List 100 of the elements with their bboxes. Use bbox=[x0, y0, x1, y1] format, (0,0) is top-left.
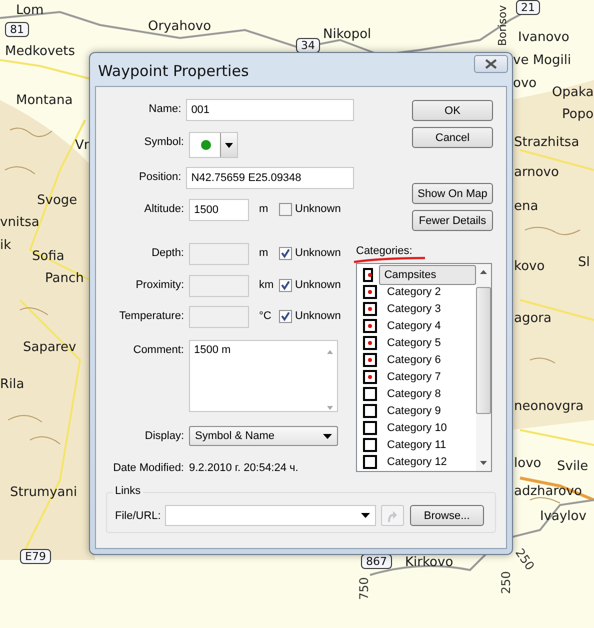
checkbox-label: Unknown bbox=[295, 309, 341, 322]
category-checkbox[interactable] bbox=[363, 386, 377, 400]
category-checkbox[interactable] bbox=[363, 438, 377, 452]
caret-icon bbox=[225, 142, 233, 148]
category-item[interactable]: Category 4 bbox=[383, 318, 445, 332]
checkbox[interactable] bbox=[279, 247, 292, 260]
place-label: Rila bbox=[0, 376, 24, 393]
checkbox[interactable] bbox=[279, 279, 292, 292]
place-label: Ivanovo bbox=[518, 29, 570, 46]
road-number: 81 bbox=[5, 22, 29, 37]
place-label: ik bbox=[0, 237, 12, 254]
place-label: Nikopol bbox=[323, 26, 372, 43]
category-checkbox[interactable] bbox=[363, 336, 377, 350]
field-label: Altitude: bbox=[143, 202, 184, 215]
category-item[interactable]: Category 7 bbox=[383, 370, 445, 384]
dialog-button[interactable]: OK bbox=[412, 100, 493, 121]
field-label: Display: bbox=[144, 429, 184, 442]
category-checkbox[interactable] bbox=[363, 284, 377, 298]
place-label: Sofia bbox=[32, 248, 64, 265]
field-label: Depth: bbox=[150, 246, 184, 259]
category-item[interactable]: Category 3 bbox=[383, 302, 445, 316]
dot-icon bbox=[200, 139, 212, 151]
category-item[interactable]: Category 2 bbox=[383, 284, 445, 298]
road-number: 867 bbox=[361, 554, 392, 569]
place-label: Oryahovo bbox=[148, 18, 212, 35]
place-label: Saparev bbox=[23, 339, 76, 356]
field-label: Temperature: bbox=[118, 309, 184, 322]
field-label: Position: bbox=[138, 170, 182, 183]
comment-field[interactable]: 1500 m bbox=[189, 340, 338, 412]
place-label: neonovgra bbox=[514, 398, 584, 415]
checkbox-label: Unknown bbox=[295, 202, 341, 215]
place-label: Opaka bbox=[552, 84, 594, 101]
category-item[interactable]: Category 6 bbox=[383, 352, 445, 366]
scrollbar[interactable] bbox=[476, 264, 491, 471]
category-checkbox[interactable] bbox=[363, 268, 374, 282]
unit-label: m bbox=[259, 202, 270, 215]
number-field[interactable]: 1500 bbox=[189, 199, 249, 221]
field-label: Comment: bbox=[132, 343, 184, 356]
scroll-up-icon bbox=[480, 270, 487, 274]
category-checkbox[interactable] bbox=[363, 454, 377, 468]
place-label: agora bbox=[514, 310, 552, 327]
place-label: Strumyani bbox=[10, 484, 78, 501]
road-number: 21 bbox=[516, 0, 540, 15]
place-label: Borisov bbox=[495, 5, 510, 46]
place-label: Popo bbox=[562, 106, 594, 123]
display-dropdown[interactable]: Symbol & Name bbox=[189, 426, 338, 446]
category-checkbox[interactable] bbox=[363, 420, 377, 434]
text-field[interactable]: N42.75659 E25.09348 bbox=[186, 167, 354, 189]
symbol-picker[interactable] bbox=[189, 132, 238, 158]
place-label: Panch bbox=[45, 270, 84, 287]
place-label: ovo bbox=[513, 75, 537, 92]
category-item[interactable]: Category 5 bbox=[383, 336, 445, 350]
unit-label: m bbox=[259, 246, 270, 259]
category-item[interactable]: Campsites bbox=[379, 264, 476, 284]
category-checkbox[interactable] bbox=[363, 318, 377, 332]
category-checkbox[interactable] bbox=[363, 404, 377, 418]
field-label: File/URL: bbox=[115, 510, 161, 522]
checkbox-label: Unknown bbox=[295, 246, 341, 259]
browse-button[interactable]: Browse... bbox=[410, 505, 484, 526]
unit-label: km bbox=[259, 278, 275, 291]
dialog-button[interactable]: Cancel bbox=[412, 127, 493, 148]
field-label: Date Modified: bbox=[112, 462, 184, 474]
dialog-button[interactable]: Show On Map bbox=[412, 183, 493, 204]
place-label: ve Mogili bbox=[513, 52, 572, 69]
field-label: Proximity: bbox=[134, 278, 184, 291]
field-label: Symbol: bbox=[143, 135, 184, 148]
category-checkbox[interactable] bbox=[363, 302, 377, 316]
place-label: Medkovets bbox=[5, 43, 76, 60]
place-label: Kirkovo bbox=[405, 554, 454, 571]
category-item[interactable]: Category 10 bbox=[383, 420, 451, 434]
date-value: 9.2.2010 г. 20:54:24 ч. bbox=[189, 462, 298, 474]
dialog-button[interactable]: Fewer Details bbox=[412, 210, 493, 231]
checkbox-label: Unknown bbox=[295, 278, 341, 291]
place-label: Svoge bbox=[37, 192, 78, 209]
category-checkbox[interactable] bbox=[363, 352, 377, 366]
place-label: Sl bbox=[578, 254, 590, 271]
close-icon bbox=[484, 59, 498, 69]
scroll-down-icon bbox=[480, 461, 487, 465]
place-label: arnovo bbox=[514, 164, 559, 181]
checkbox[interactable] bbox=[279, 203, 292, 216]
text-field[interactable]: 001 bbox=[186, 99, 354, 121]
category-item[interactable]: Category 9 bbox=[383, 404, 445, 418]
road-number: 34 bbox=[296, 38, 320, 53]
category-checkbox[interactable] bbox=[363, 370, 377, 384]
close-button[interactable] bbox=[474, 55, 508, 73]
category-item[interactable]: Category 11 bbox=[383, 438, 450, 452]
unit-label: °C bbox=[259, 309, 272, 322]
caret-icon bbox=[360, 513, 370, 518]
place-label: Montana bbox=[16, 92, 73, 109]
categories-label: Categories: bbox=[356, 245, 412, 257]
category-item[interactable]: Category 8 bbox=[383, 386, 445, 400]
caret-icon bbox=[323, 434, 332, 438]
place-label: Svile bbox=[557, 458, 588, 475]
curved-arrow-icon bbox=[386, 508, 398, 522]
checkbox[interactable] bbox=[279, 310, 292, 323]
place-label: vnitsa bbox=[0, 214, 40, 231]
contour-label: 750 bbox=[357, 577, 371, 600]
contour-label: 250 bbox=[499, 571, 513, 594]
field-label: Name: bbox=[148, 102, 182, 115]
category-item[interactable]: Category 12 bbox=[383, 454, 451, 468]
